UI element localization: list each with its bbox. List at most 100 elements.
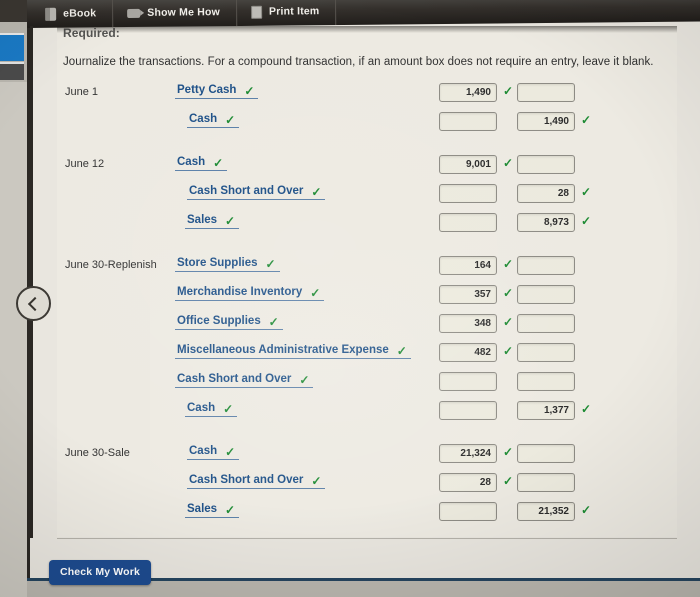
check-icon: ✓ [581, 185, 592, 199]
check-icon: ✓ [244, 84, 255, 98]
chevron-left-icon [27, 296, 43, 311]
desktop-lower [0, 82, 27, 597]
debit-amount-input[interactable]: 482 [439, 343, 497, 362]
collapse-panel-button[interactable] [16, 286, 51, 321]
credit-amount-input[interactable] [517, 444, 575, 463]
journal-row: June 30-Sale Cash ✓ 21,324 ✓ [57, 442, 677, 471]
entry-date: June 12 [65, 158, 105, 170]
journal-row: Cash ✓ 1,377 ✓ [57, 399, 677, 428]
credit-amount-input[interactable] [517, 372, 575, 391]
toolbar-item-show-me-how[interactable]: Show Me How [113, 0, 238, 28]
check-icon: ✓ [581, 503, 592, 517]
journal-row: Merchandise Inventory ✓ 357 ✓ [57, 283, 677, 312]
journal-row: Cash Short and Over ✓ 28 ✓ [57, 182, 677, 211]
account-select[interactable]: Cash Short and Over ✓ [175, 373, 314, 388]
journal-row: June 12 Cash ✓ 9,001 ✓ [57, 153, 677, 182]
toolbar-item-print-item[interactable]: Print Item [236, 0, 337, 26]
credit-amount-input[interactable] [517, 314, 575, 333]
debit-amount-input[interactable]: 357 [439, 285, 497, 304]
footer-divider [57, 538, 677, 539]
check-icon: ✓ [503, 315, 514, 329]
journal-row: Cash Short and Over ✓ [57, 370, 677, 399]
entry-date: June 30-Replenish [65, 259, 157, 271]
page-icon [250, 5, 263, 19]
toolbar-item-label: Show Me How [147, 6, 221, 19]
check-icon: ✓ [503, 286, 514, 300]
check-icon: ✓ [225, 445, 236, 459]
account-select[interactable]: Sales ✓ [185, 214, 240, 229]
check-icon: ✓ [299, 373, 310, 387]
check-icon: ✓ [581, 214, 592, 228]
credit-amount-input[interactable]: 1,490 [517, 112, 575, 131]
journal-row: June 30-Replenish Store Supplies ✓ 164 ✓ [57, 254, 677, 283]
debit-amount-input[interactable] [439, 372, 497, 391]
journal-row: June 1 Petty Cash ✓ 1,490 ✓ [57, 81, 677, 110]
account-select[interactable]: Sales ✓ [185, 503, 240, 518]
account-select[interactable]: Office Supplies ✓ [175, 315, 283, 330]
check-icon: ✓ [503, 84, 514, 98]
check-icon: ✓ [503, 257, 514, 271]
check-icon: ✓ [311, 474, 322, 488]
debit-amount-input[interactable] [439, 112, 497, 131]
debit-amount-input[interactable] [439, 184, 497, 203]
check-icon: ✓ [503, 156, 514, 170]
credit-amount-input[interactable] [517, 83, 575, 102]
debit-amount-input[interactable] [439, 502, 497, 521]
credit-amount-input[interactable]: 1,377 [517, 401, 575, 420]
background-window-dark [0, 62, 24, 80]
check-icon: ✓ [225, 113, 236, 127]
account-select[interactable]: Cash ✓ [187, 445, 240, 460]
credit-amount-input[interactable]: 28 [517, 184, 575, 203]
journal-row: Miscellaneous Administrative Expense ✓ 482… [57, 341, 677, 370]
journal-row: Sales ✓ 21,352 ✓ [57, 500, 677, 529]
account-select[interactable]: Cash Short and Over ✓ [187, 185, 326, 200]
debit-amount-input[interactable]: 28 [439, 473, 497, 492]
debit-amount-input[interactable]: 348 [439, 314, 497, 333]
entry-spacer [57, 139, 677, 153]
credit-amount-input[interactable] [517, 343, 575, 362]
journal-row: Office Supplies ✓ 348 ✓ [57, 312, 677, 341]
check-icon: ✓ [213, 156, 224, 170]
credit-amount-input[interactable] [517, 473, 575, 492]
debit-amount-input[interactable]: 1,490 [439, 83, 497, 102]
account-select[interactable]: Store Supplies ✓ [175, 257, 280, 272]
check-icon: ✓ [311, 185, 322, 199]
debit-amount-input[interactable]: 164 [439, 256, 497, 275]
account-select[interactable]: Cash ✓ [185, 402, 238, 417]
background-window-blue [0, 33, 24, 61]
credit-amount-input[interactable] [517, 256, 575, 275]
check-icon: ✓ [503, 474, 514, 488]
journal-row: Cash Short and Over ✓ 28 ✓ [57, 471, 677, 500]
credit-amount-input[interactable]: 8,973 [517, 213, 575, 232]
check-icon: ✓ [581, 113, 592, 127]
debit-amount-input[interactable] [439, 213, 497, 232]
credit-amount-input[interactable]: 21,352 [517, 502, 575, 521]
entry-spacer [57, 428, 677, 442]
account-select[interactable]: Cash Short and Over ✓ [187, 474, 326, 489]
debit-amount-input[interactable]: 21,324 [439, 444, 497, 463]
check-icon: ✓ [503, 344, 514, 358]
entry-date: June 30-Sale [65, 447, 130, 459]
debit-amount-input[interactable]: 9,001 [439, 155, 497, 174]
check-my-work-button[interactable]: Check My Work [49, 560, 151, 585]
account-select[interactable]: Cash ✓ [187, 113, 240, 128]
credit-amount-input[interactable] [517, 285, 575, 304]
question-sheet: Required: Journalize the transactions. F… [57, 26, 677, 537]
debit-amount-input[interactable] [439, 401, 497, 420]
sheet-top-shadow [57, 26, 677, 33]
entry-spacer [57, 240, 677, 254]
entry-date: June 1 [65, 86, 99, 98]
check-icon: ✓ [581, 402, 592, 416]
account-select[interactable]: Cash ✓ [175, 156, 228, 171]
account-select[interactable]: Petty Cash ✓ [175, 84, 259, 99]
check-icon: ✓ [396, 344, 407, 358]
account-select[interactable]: Miscellaneous Administrative Expense ✓ [175, 344, 411, 359]
account-select[interactable]: Merchandise Inventory ✓ [175, 286, 325, 301]
check-icon: ✓ [503, 445, 514, 459]
video-icon [127, 8, 141, 18]
check-icon: ✓ [265, 257, 276, 271]
toolbar-item-ebook[interactable]: eBook [27, 0, 114, 28]
credit-amount-input[interactable] [517, 155, 575, 174]
journal-row: Cash ✓ 1,490 ✓ [57, 110, 677, 139]
toolbar-item-label: eBook [63, 7, 97, 20]
